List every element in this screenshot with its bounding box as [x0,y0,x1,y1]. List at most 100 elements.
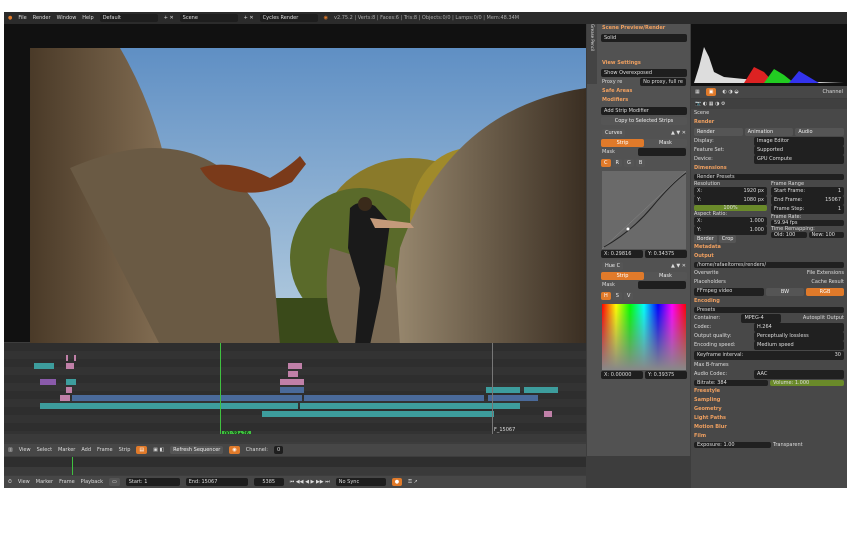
cache-result-checkbox[interactable]: Cache Result [811,278,844,287]
tl-menu-playback[interactable]: Playback [81,479,103,485]
hue-mask-field[interactable] [638,281,686,289]
render-button[interactable]: Render [694,128,743,136]
transparent-checkbox[interactable]: Transparent [773,442,844,448]
strip[interactable] [280,387,304,393]
modifier-controls-icon[interactable]: ▲ ▼ ✕ [671,129,686,138]
strip[interactable] [72,395,302,401]
placeholders-checkbox[interactable]: Placeholders [694,278,726,287]
max-bframes-checkbox[interactable]: Max B-frames [694,361,729,370]
bitrate-field[interactable]: Bitrate: 384 [694,380,768,386]
new-field[interactable]: New: 100 [808,232,844,238]
codec-dropdown[interactable]: H.264 [754,323,844,332]
overlay-icon[interactable]: ◉ [229,446,240,454]
seq-menu-marker[interactable]: Marker [58,447,75,453]
preview-range-icon[interactable]: ▭ [108,478,120,486]
section-geometry[interactable]: Geometry [691,405,847,414]
strip[interactable] [60,395,70,401]
file-format-dropdown[interactable]: FFmpeg video [694,288,764,296]
view-mode-icon[interactable]: ▣ [705,88,717,96]
crop-checkbox[interactable]: Crop [718,235,737,243]
add-layout-icon[interactable]: + ✕ [164,15,174,21]
editor-type-icon[interactable]: ▦ [695,89,700,95]
section-encoding[interactable]: Encoding [691,297,847,306]
strip[interactable] [34,363,54,369]
curves-tab-strip[interactable]: Strip [601,139,644,147]
section-freestyle[interactable]: Freestyle [691,387,847,396]
overexposed-dropdown[interactable]: Show Overexposed [601,69,687,77]
hue-tab-mask[interactable]: Mask [644,272,687,280]
resolution-y-field[interactable]: Y: 1080 px [694,196,767,205]
aspect-y-field[interactable]: Y: 1.000 [694,226,767,235]
hue-x-field[interactable]: X: 0.00000 [601,371,643,379]
menu-file[interactable]: File [18,15,26,21]
strip[interactable] [304,395,484,401]
display-mode-icons[interactable]: ▣ ◧ [153,447,164,453]
animation-button[interactable]: Animation [744,128,794,136]
section-sampling[interactable]: Sampling [691,396,847,405]
strip[interactable] [40,379,56,385]
blender-icon[interactable]: ● [8,15,12,21]
curves-y-field[interactable]: Y: 0.34375 [645,250,687,258]
section-motion-blur[interactable]: Motion Blur [691,423,847,432]
hue-tab-strip[interactable]: Strip [601,272,644,280]
hue-y-field[interactable]: Y: 0.39375 [645,371,687,379]
strip[interactable] [544,411,552,417]
curves-modifier-name[interactable]: Curves [602,129,626,137]
context-icons[interactable]: 📷 ◐ ▦ ◑ ⚙ [695,101,726,107]
section-film[interactable]: Film [691,432,847,441]
playhead[interactable] [220,343,221,442]
audio-codec-dropdown[interactable]: AAC [754,370,844,379]
frame-step-field[interactable]: Frame Step: 1 [771,205,844,214]
strip[interactable] [300,403,520,409]
strip[interactable] [262,411,494,417]
end-field[interactable]: End: 15067 [185,478,248,486]
record-icon[interactable]: ● [391,478,403,486]
section-output[interactable]: Output [691,252,847,261]
solid-dropdown[interactable]: Solid [601,34,687,42]
menu-render[interactable]: Render [33,15,51,21]
timeline-playhead[interactable] [72,457,73,475]
sequencer-preview[interactable] [4,24,586,345]
sequencer-strips-area[interactable]: 00:39+26 F_15067 [4,343,586,442]
section-modifiers[interactable]: Modifiers [599,96,689,105]
seq-menu-strip[interactable]: Strip [119,447,131,453]
tl-menu-view[interactable]: View [18,479,30,485]
autosplit-checkbox[interactable]: Autosplit Output [803,314,844,323]
start-field[interactable]: Start: 1 [125,478,180,486]
section-scene-preview[interactable]: Scene Preview/Render [599,24,689,33]
file-extensions-checkbox[interactable]: File Extensions [807,269,844,278]
end-frame-field[interactable]: End Frame: 15067 [771,196,844,205]
strip[interactable] [66,387,72,393]
layout-selector[interactable]: Default [99,14,158,22]
grease-pencil-tab[interactable]: Grease Pencil [587,24,597,84]
render-engine-selector[interactable]: Cycles Render [259,14,318,22]
old-field[interactable]: Old: 100 [771,232,807,238]
strip[interactable] [288,363,302,369]
scene-selector[interactable]: Scene [179,14,238,22]
add-scene-icon[interactable]: + ✕ [244,15,254,21]
current-frame-field[interactable]: 5385 [253,478,284,486]
section-light-paths[interactable]: Light Paths [691,414,847,423]
seq-menu-add[interactable]: Add [81,447,91,453]
display-icons[interactable]: ◐ ◑ ◒ [722,89,738,95]
encoding-presets-dropdown[interactable]: Presets [694,307,844,313]
resolution-x-field[interactable]: X: 1920 px [694,187,767,196]
render-presets-dropdown[interactable]: Render Presets [694,174,844,180]
playback-controls-icon[interactable]: ⏮ ◀◀ ◀ ▶ ▶▶ ⏭ [290,479,330,485]
display-dropdown[interactable]: Image Editor [754,137,844,146]
feature-set-dropdown[interactable]: Supported [754,146,844,155]
section-view-settings[interactable]: View Settings [599,59,689,68]
histogram-scope[interactable] [691,24,847,86]
curve-channel-buttons[interactable]: CRGB [601,159,687,169]
strip[interactable] [66,355,68,361]
quality-dropdown[interactable]: Perceptually lossless [754,332,844,341]
keyframe-interval-field[interactable]: Keyframe interval: 30 [694,351,844,360]
output-path-field[interactable]: /home/rafaeltorres/renders/ [694,262,844,268]
hue-modifier-name[interactable]: Hue C [602,262,624,270]
tl-menu-frame[interactable]: Frame [59,479,75,485]
curves-x-field[interactable]: X: 0.29816 [601,250,643,258]
sequencer-editor-icon[interactable]: ▥ [8,447,13,453]
channel-field[interactable]: 0 [273,446,284,454]
tl-menu-marker[interactable]: Marker [36,479,53,485]
keying-icons[interactable]: ⚿ ↗ [408,479,418,485]
